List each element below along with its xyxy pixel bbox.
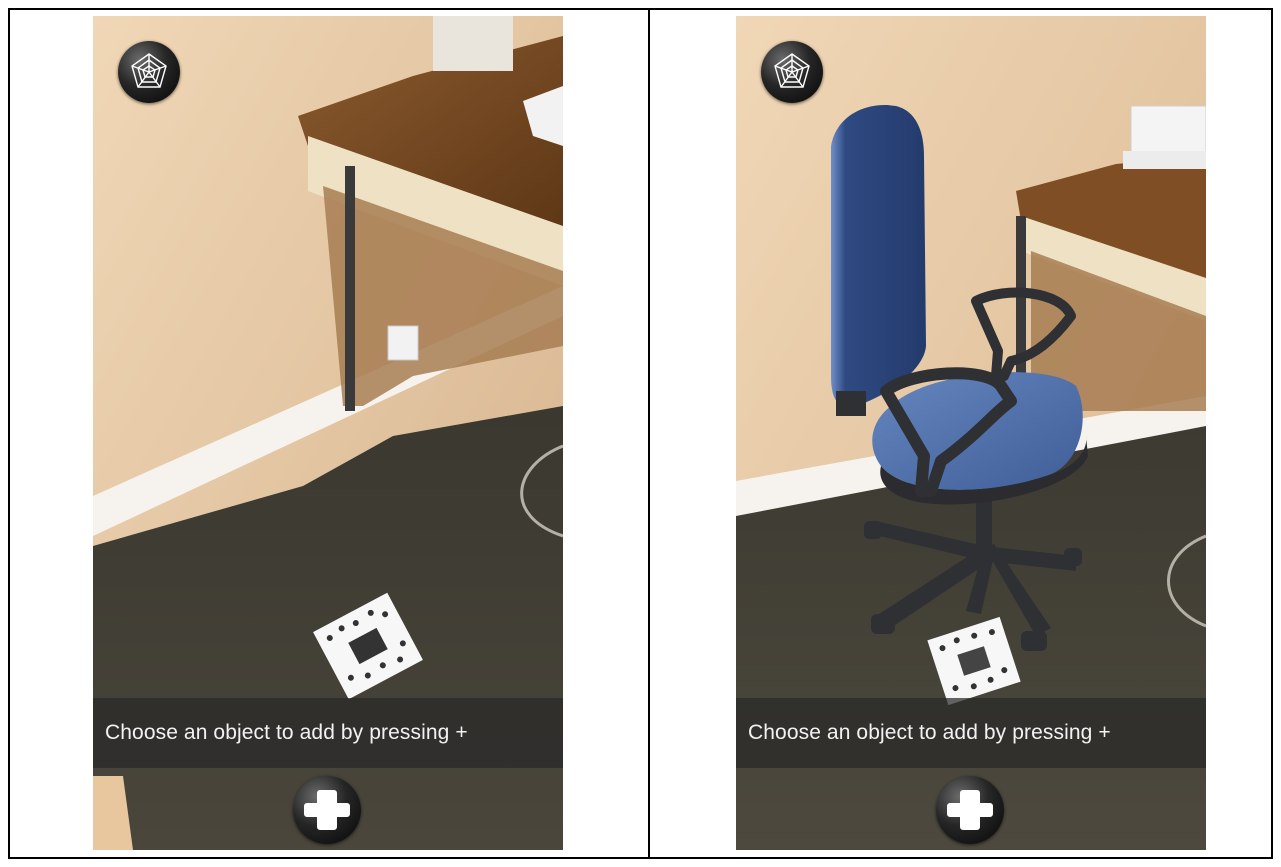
plus-icon bbox=[947, 790, 993, 830]
instruction-bar: Choose an object to add by pressing + bbox=[93, 698, 563, 768]
plus-icon bbox=[304, 790, 350, 830]
instruction-text: Choose an object to add by pressing + bbox=[748, 721, 1111, 744]
instruction-bar: Choose an object to add by pressing + bbox=[736, 698, 1206, 768]
web-menu-button[interactable] bbox=[761, 41, 823, 103]
web-menu-button[interactable] bbox=[118, 41, 180, 103]
add-object-button[interactable] bbox=[936, 776, 1004, 844]
spider-web-icon bbox=[131, 53, 167, 88]
figure-divider bbox=[648, 8, 650, 859]
add-object-button[interactable] bbox=[293, 776, 361, 844]
instruction-text: Choose an object to add by pressing + bbox=[105, 721, 468, 744]
screenshot-right: Choose an object to add by pressing + bbox=[736, 16, 1206, 850]
screenshot-left: Choose an object to add by pressing + bbox=[93, 16, 563, 850]
spider-web-icon bbox=[774, 53, 810, 88]
